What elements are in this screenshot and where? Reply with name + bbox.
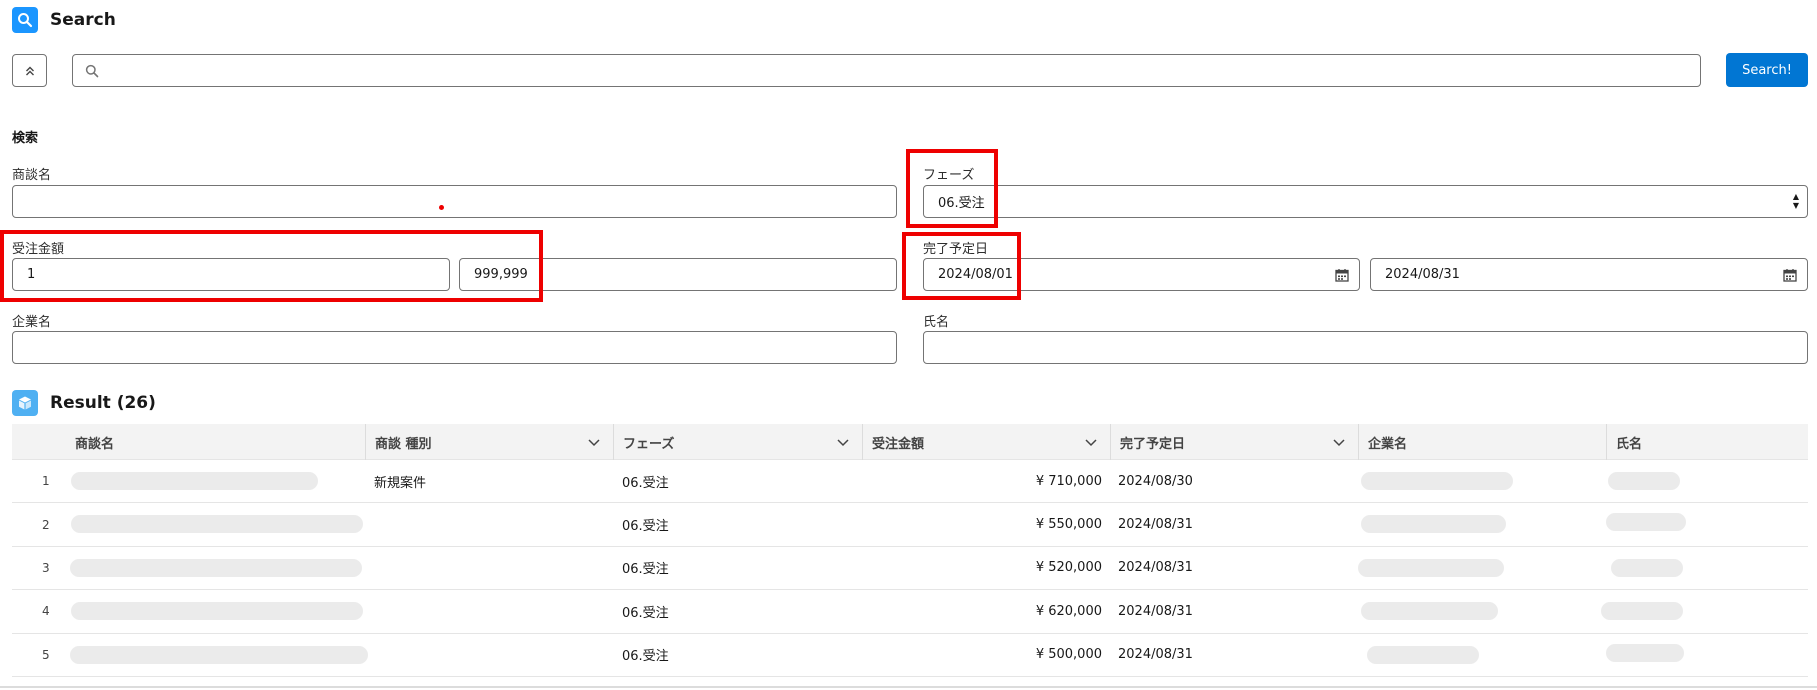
cell-amount: ¥ 520,000: [1035, 560, 1102, 576]
column-header-close-date[interactable]: 完了予定日: [1110, 424, 1358, 460]
column-header-deal-type[interactable]: 商談 種別: [365, 424, 613, 460]
cube-icon: [12, 390, 38, 416]
cell-close-date: 2024/08/31: [1118, 560, 1193, 576]
cell-amount: ¥ 620,000: [1035, 603, 1102, 619]
cell-phase: 06.受注: [622, 605, 669, 621]
cell-amount: ¥ 500,000: [1035, 647, 1102, 663]
blurred-company: [1361, 602, 1498, 621]
blurred-deal-name: [71, 515, 363, 534]
calendar-icon[interactable]: [1783, 268, 1797, 282]
result-header: Result (26): [12, 390, 156, 416]
blurred-company: [1367, 645, 1479, 664]
search-field[interactable]: [72, 54, 1701, 87]
person-field[interactable]: [923, 331, 1808, 364]
search-button[interactable]: Search!: [1726, 53, 1808, 87]
page-title: Search: [50, 10, 116, 30]
blurred-company: [1358, 558, 1504, 577]
row-number: 1: [42, 474, 50, 489]
cell-close-date: 2024/08/31: [1118, 647, 1193, 663]
company-field[interactable]: [12, 331, 897, 364]
highlight-box-phase: [906, 149, 998, 228]
row-number: 2: [42, 517, 50, 532]
blurred-person: [1606, 513, 1686, 532]
double-chevron-up-icon: [25, 66, 34, 75]
cell-deal-type: 新規案件: [374, 475, 427, 491]
blurred-company: [1361, 515, 1506, 534]
page-header: Search: [12, 7, 116, 33]
blurred-deal-name: [70, 558, 362, 577]
person-label: 氏名: [923, 315, 950, 330]
cell-amount: ¥ 550,000: [1035, 517, 1102, 533]
blurred-person: [1608, 472, 1680, 490]
highlight-box-close-date: [902, 232, 1021, 300]
deal-name-field[interactable]: [12, 185, 897, 218]
deal-name-label: 商談名: [12, 168, 52, 183]
column-header-phase[interactable]: フェーズ: [613, 424, 862, 460]
cell-phase: 06.受注: [622, 649, 669, 665]
phase-select[interactable]: 06.受注 ▲ ▼: [923, 185, 1808, 218]
calendar-icon[interactable]: [1335, 268, 1349, 282]
red-dot-marker: [439, 205, 444, 210]
row-number: 4: [42, 604, 50, 619]
chevron-down-icon[interactable]: [1332, 435, 1346, 449]
close-date-to-field[interactable]: 2024/08/31: [1370, 258, 1808, 291]
table-row[interactable]: 3 06.受注 ¥ 520,000 2024/08/31: [12, 547, 1808, 591]
chevron-down-icon[interactable]: [587, 435, 601, 449]
cell-amount: ¥ 710,000: [1035, 473, 1102, 489]
cell-phase: 06.受注: [622, 475, 669, 491]
result-table: 商談名 商談 種別 フェーズ 受注金額 完了予定日 企業名 氏名 1 新規案件 …: [12, 424, 1808, 677]
company-label: 企業名: [12, 315, 52, 330]
cell-close-date: 2024/08/30: [1118, 473, 1193, 489]
highlight-box-amount: [0, 230, 543, 302]
chevron-down-icon[interactable]: [1084, 435, 1098, 449]
filter-section-title: 検索: [12, 131, 39, 146]
column-header-deal-name[interactable]: 商談名: [66, 424, 377, 460]
column-header-person[interactable]: 氏名: [1606, 424, 1808, 460]
chevron-down-icon[interactable]: [836, 435, 850, 449]
column-header-company[interactable]: 企業名: [1358, 424, 1606, 460]
close-date-to-value: 2024/08/31: [1385, 267, 1460, 282]
row-number: 5: [42, 647, 50, 662]
table-header: 商談名 商談 種別 フェーズ 受注金額 完了予定日 企業名 氏名: [12, 424, 1808, 460]
blurred-person: [1611, 558, 1683, 577]
table-row[interactable]: 5 06.受注 ¥ 500,000 2024/08/31: [12, 634, 1808, 677]
bottom-divider: [0, 686, 1817, 688]
blurred-deal-name: [70, 645, 368, 664]
search-icon: [85, 64, 99, 77]
search-input[interactable]: [107, 55, 1700, 86]
row-number: 3: [42, 560, 50, 575]
cell-close-date: 2024/08/31: [1118, 517, 1193, 533]
result-title: Result (26): [50, 393, 156, 413]
blurred-person: [1601, 602, 1683, 621]
table-row[interactable]: 4 06.受注 ¥ 620,000 2024/08/31: [12, 590, 1808, 634]
table-row[interactable]: 2 06.受注 ¥ 550,000 2024/08/31: [12, 503, 1808, 547]
cell-close-date: 2024/08/31: [1118, 603, 1193, 619]
blurred-deal-name: [71, 602, 363, 621]
search-icon: [12, 7, 38, 33]
blurred-deal-name: [71, 472, 318, 490]
table-row[interactable]: 1 新規案件 06.受注 ¥ 710,000 2024/08/30: [12, 460, 1808, 504]
select-arrows-icon: ▲ ▼: [1792, 192, 1799, 210]
cell-phase: 06.受注: [622, 562, 669, 578]
blurred-person: [1606, 643, 1684, 662]
collapse-button[interactable]: [12, 54, 47, 87]
blurred-company: [1361, 472, 1513, 490]
cell-phase: 06.受注: [622, 519, 669, 535]
column-header-amount[interactable]: 受注金額: [862, 424, 1110, 460]
